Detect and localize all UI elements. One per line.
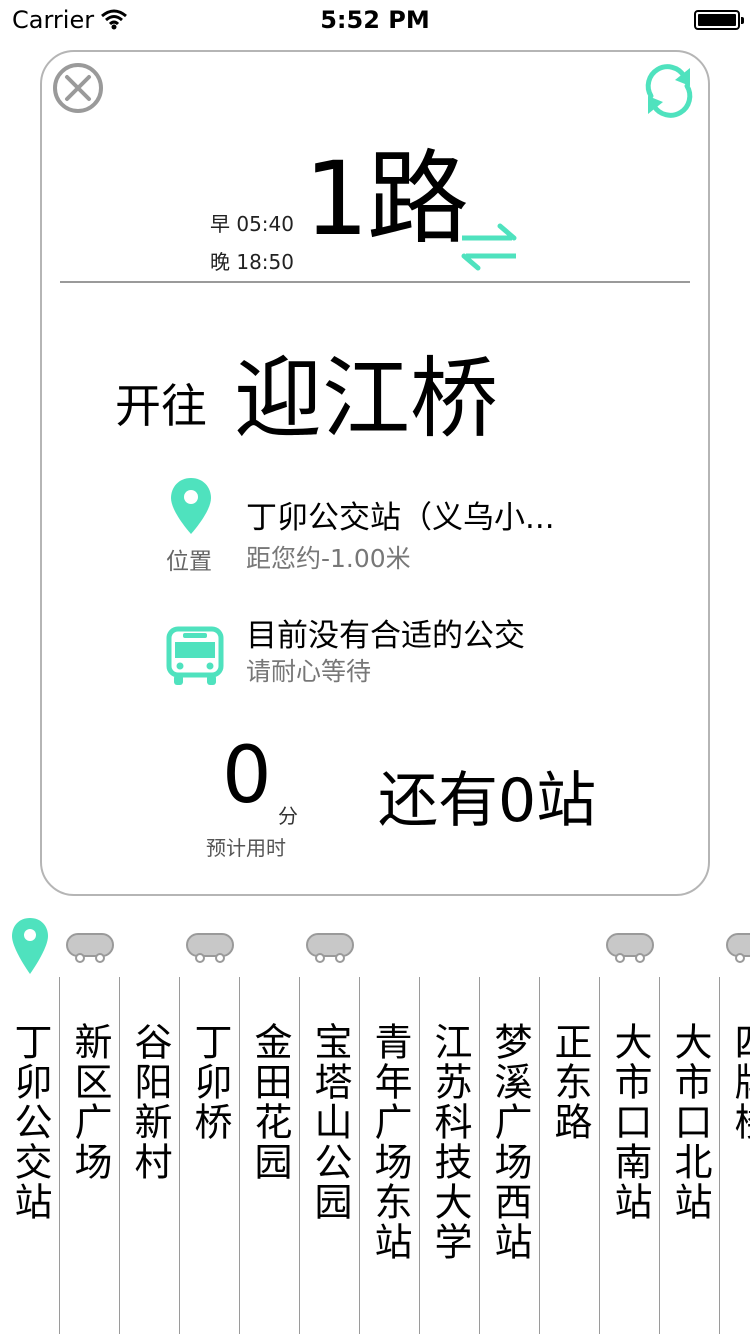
station-name: 梦溪广场西站 [488,1022,532,1262]
station-item[interactable]: 四牌楼 [720,900,750,1334]
station-name: 江苏科技大学 [428,1022,472,1262]
bus-position-icon [306,933,354,963]
station-item[interactable]: 金田花园 [240,900,300,1334]
bus-status-text: 目前没有合适的公交 [246,618,525,654]
station-item[interactable]: 宝塔山公园 [300,900,360,1334]
status-bar: Carrier 5:52 PM [0,0,750,40]
battery-icon [694,10,744,30]
route-info-card: 早 05:40 晚 18:50 1路 开往 迎江桥 位置 丁卯公交站（义乌小..… [40,50,710,896]
service-hours: 早 05:40 晚 18:50 [210,205,294,281]
location-pin-icon [171,478,211,534]
station-item[interactable]: 大市口北站 [660,900,720,1334]
station-item[interactable]: 正东路 [540,900,600,1334]
eta-label: 预计用时 [206,836,286,860]
station-strip[interactable]: 丁卯公交站 新区广场 谷阳新村 丁卯桥 金田花园 宝塔山公园 青年广场东站 江苏科技大学 梦溪广… [0,900,750,1334]
station-name: 金田花园 [248,1022,292,1182]
swap-direction-icon[interactable] [458,222,520,272]
station-item[interactable]: 新区广场 [60,900,120,1334]
station-name: 谷阳新村 [128,1022,172,1182]
station-name: 大市口南站 [608,1022,652,1222]
last-bus-time: 晚 18:50 [210,250,294,274]
bus-position-icon [186,933,234,963]
station-name: 四牌楼 [728,1022,750,1142]
station-item[interactable]: 谷阳新村 [120,900,180,1334]
route-number: 1路 [304,140,469,259]
station-item[interactable]: 江苏科技大学 [420,900,480,1334]
bus-position-icon [726,933,750,963]
eta-unit: 分 [278,804,298,828]
station-item[interactable]: 丁卯公交站 [0,900,60,1334]
station-name: 青年广场东站 [368,1022,412,1262]
station-name: 正东路 [548,1022,592,1142]
station-item[interactable]: 大市口南站 [600,900,660,1334]
location-pin-icon [12,918,48,974]
bus-icon [166,626,224,685]
station-name: 新区广场 [68,1022,112,1182]
station-name: 宝塔山公园 [308,1022,352,1222]
stops-remaining: 还有0站 [378,766,597,836]
station-name: 丁卯公交站 [8,1022,52,1222]
distance-text: 距您约-1.00米 [246,544,411,573]
direction-label: 开往 [115,379,207,433]
divider [60,281,690,283]
first-bus-time: 早 05:40 [210,212,294,236]
current-stop-name: 丁卯公交站（义乌小... [246,500,555,536]
bus-position-icon [606,933,654,963]
station-item[interactable]: 青年广场东站 [360,900,420,1334]
bus-wait-text: 请耐心等待 [246,657,372,686]
station-item[interactable]: 丁卯桥 [180,900,240,1334]
close-icon[interactable] [52,62,104,114]
bus-position-icon [66,933,114,963]
station-item[interactable]: 梦溪广场西站 [480,900,540,1334]
eta-minutes: 0 [222,731,272,821]
destination-name: 迎江桥 [234,347,499,450]
location-label: 位置 [166,549,212,575]
refresh-icon[interactable] [638,60,700,122]
station-name: 丁卯桥 [188,1022,232,1142]
station-name: 大市口北站 [668,1022,712,1222]
clock: 5:52 PM [320,6,430,34]
